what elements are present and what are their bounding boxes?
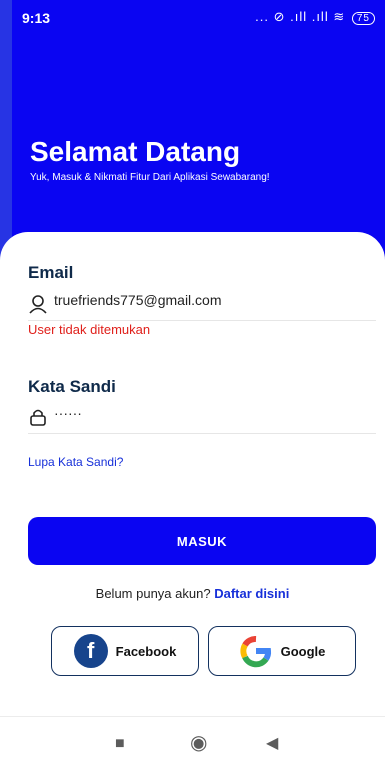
email-label: Email [28, 263, 74, 282]
page-subtitle: Yuk, Masuk & Nikmati Fitur Dari Aplikasi… [30, 172, 270, 183]
google-icon [240, 636, 271, 668]
forgot-password-link[interactable]: Lupa Kata Sandi? [28, 455, 123, 469]
google-label: Google [280, 643, 326, 659]
facebook-button[interactable]: f Facebook [51, 626, 199, 676]
lock-icon [30, 409, 46, 426]
email-value: truefriends775@gmail.com [54, 292, 222, 308]
signup-prompt: Belum punya akun? [95, 586, 211, 601]
wifi-icon: ≋ [333, 9, 346, 24]
back-icon[interactable]: ◀ [266, 733, 278, 753]
status-icons: ... ⊘ .ıll .ıll ≋ 75 [255, 9, 375, 25]
header-background [0, 0, 385, 265]
home-icon[interactable]: ◉ [190, 730, 207, 755]
recent-apps-icon[interactable]: ■ [115, 735, 125, 753]
login-button[interactable]: MASUK [28, 517, 376, 565]
status-bar: 9:13 ... ⊘ .ıll .ıll ≋ 75 [0, 0, 385, 26]
header-accent [0, 0, 12, 265]
user-icon [29, 295, 47, 314]
email-field[interactable]: truefriends775@gmail.com [28, 292, 376, 321]
status-time: 9:13 [22, 10, 51, 26]
facebook-icon: f [73, 634, 108, 668]
facebook-label: Facebook [115, 643, 177, 659]
battery-icon: 75 [351, 12, 375, 25]
system-nav-bar: ■ ◉ ◀ [0, 716, 385, 763]
password-label: Kata Sandi [28, 377, 116, 396]
signup-row: Belum punya akun? Daftar disini [0, 586, 385, 601]
password-value: ······ [54, 405, 82, 421]
email-error: User tidak ditemukan [28, 322, 151, 337]
signal-icon: ... ⊘ .ıll .ıll [255, 9, 329, 24]
signup-link[interactable]: Daftar disini [214, 586, 289, 601]
password-field[interactable]: ······ [28, 405, 376, 434]
google-button[interactable]: Google [208, 626, 356, 676]
page-title: Selamat Datang [30, 136, 241, 167]
